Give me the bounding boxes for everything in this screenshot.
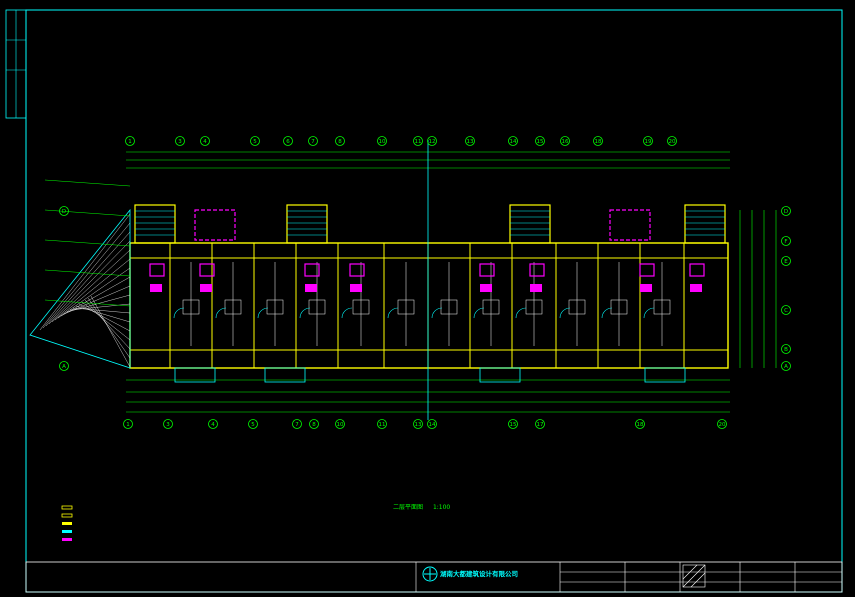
hatch-line-11: [72, 307, 131, 314]
axis-top-8-6: 8: [338, 139, 342, 145]
fixture-fill-2: [305, 284, 317, 292]
axis-bottom-1-0: 1: [126, 422, 130, 428]
door-swing-3: [299, 307, 311, 319]
axis-bottom-4-2: 4: [211, 422, 215, 428]
wet-room-7: [689, 263, 705, 277]
axis-bottom-8-5: 8: [312, 422, 316, 428]
door-swing-0: [173, 307, 185, 319]
door-swing-7: [473, 307, 485, 319]
axis-top-14-11: 14: [510, 139, 517, 145]
axis-top-1-0: 1: [128, 139, 132, 145]
axis-bottom-15-10: 15: [510, 422, 517, 428]
axis-bottom-18-12: 18: [637, 422, 644, 428]
door-swing-2: [257, 307, 269, 319]
leader-line-0: [44, 179, 131, 187]
fixture-fill-7: [690, 284, 702, 292]
door-swing-4: [341, 307, 353, 319]
door-swing-6: [431, 307, 443, 319]
axis-right-C-3: C: [784, 308, 788, 314]
axis-left-D: D: [62, 209, 66, 215]
axis-bottom-14-9: 14: [429, 422, 436, 428]
door-swing-11: [643, 307, 655, 319]
axis-top-3-1: 3: [178, 139, 182, 145]
fixture-fill-5: [530, 284, 542, 292]
door-swing-10: [601, 307, 613, 319]
hatch-line-15: [84, 299, 131, 350]
title-block: [25, 561, 843, 593]
axis-top-16-13: 16: [562, 139, 569, 145]
axis-top-19-15: 19: [645, 139, 652, 145]
hatch-line-4: [51, 249, 131, 323]
building-outline: [129, 242, 729, 369]
stair-core-0: [134, 204, 176, 244]
cad-drawing-canvas[interactable]: 1 3 4 5 6 7 8 10 11 12 13 14 15 16 18 19 20 1 3 4 5 7 8 10 11 13…: [0, 0, 855, 597]
axis-bottom-10-6: 10: [337, 422, 344, 428]
fixture-fill-4: [480, 284, 492, 292]
axis-right-B-4: B: [784, 347, 788, 353]
leader-line-1: [44, 209, 131, 217]
wet-room-6: [639, 263, 655, 277]
door-swing-1: [215, 307, 227, 319]
wet-room-3: [349, 263, 365, 277]
plan-scale: 1:100: [432, 504, 451, 511]
hatch-line-0: [39, 213, 131, 331]
axis-bottom-7-4: 7: [295, 422, 299, 428]
leader-line-2: [44, 239, 131, 247]
plan-title: 二层平面图: [393, 504, 424, 511]
left-hatch-outline: [29, 208, 131, 369]
hatch-line-16: [87, 297, 131, 359]
magenta-balcony-0: [194, 209, 236, 241]
door-swing-9: [559, 307, 571, 319]
fixture-fill-0: [150, 284, 162, 292]
company-name: 湖南大都建筑设计有限公司: [440, 570, 518, 578]
axis-bottom-5-3: 5: [251, 422, 255, 428]
axis-top-12-9: 12: [429, 139, 436, 145]
axis-top-18-14: 18: [595, 139, 602, 145]
axis-top-4-2: 4: [203, 139, 207, 145]
axis-bottom-3-1: 3: [166, 422, 170, 428]
axis-top-15-12: 15: [537, 139, 544, 145]
fixture-fill-6: [640, 284, 652, 292]
axis-bottom-20-13: 20: [719, 422, 726, 428]
hatch-line-17: [90, 295, 131, 368]
axis-top-6-4: 6: [286, 139, 290, 145]
stair-core-2: [509, 204, 551, 244]
axis-left-A: A: [62, 364, 66, 370]
fixture-fill-3: [350, 284, 362, 292]
hatch-line-14: [81, 301, 131, 341]
hatch-line-3: [48, 240, 131, 325]
door-swing-8: [515, 307, 527, 319]
axis-bottom-17-11: 17: [537, 422, 544, 428]
axis-right-A-5: A: [784, 364, 788, 370]
axis-top-7-5: 7: [311, 139, 315, 145]
wet-room-0: [149, 263, 165, 277]
leader-line-3: [44, 269, 131, 277]
axis-top-20-16: 20: [669, 139, 676, 145]
axis-top-11-8: 11: [415, 139, 422, 145]
hatch-line-13: [78, 303, 131, 332]
fixture-fill-1: [200, 284, 212, 292]
wet-room-5: [529, 263, 545, 277]
magenta-balcony-1: [609, 209, 651, 241]
stair-core-1: [286, 204, 328, 244]
wet-room-4: [479, 263, 495, 277]
hatch-line-1: [42, 222, 131, 329]
axis-bottom-13-8: 13: [415, 422, 422, 428]
axis-top-5-3: 5: [253, 139, 257, 145]
axis-top-13-10: 13: [467, 139, 474, 145]
axis-bottom-11-7: 11: [379, 422, 386, 428]
axis-right-D-0: D: [784, 209, 788, 215]
axis-top-10-7: 10: [379, 139, 386, 145]
door-swing-5: [387, 307, 399, 319]
axis-right-F-1: F: [784, 239, 787, 245]
axis-right-E-2: E: [784, 259, 788, 265]
notes-legend: [61, 505, 73, 541]
stair-core-3: [684, 204, 726, 244]
